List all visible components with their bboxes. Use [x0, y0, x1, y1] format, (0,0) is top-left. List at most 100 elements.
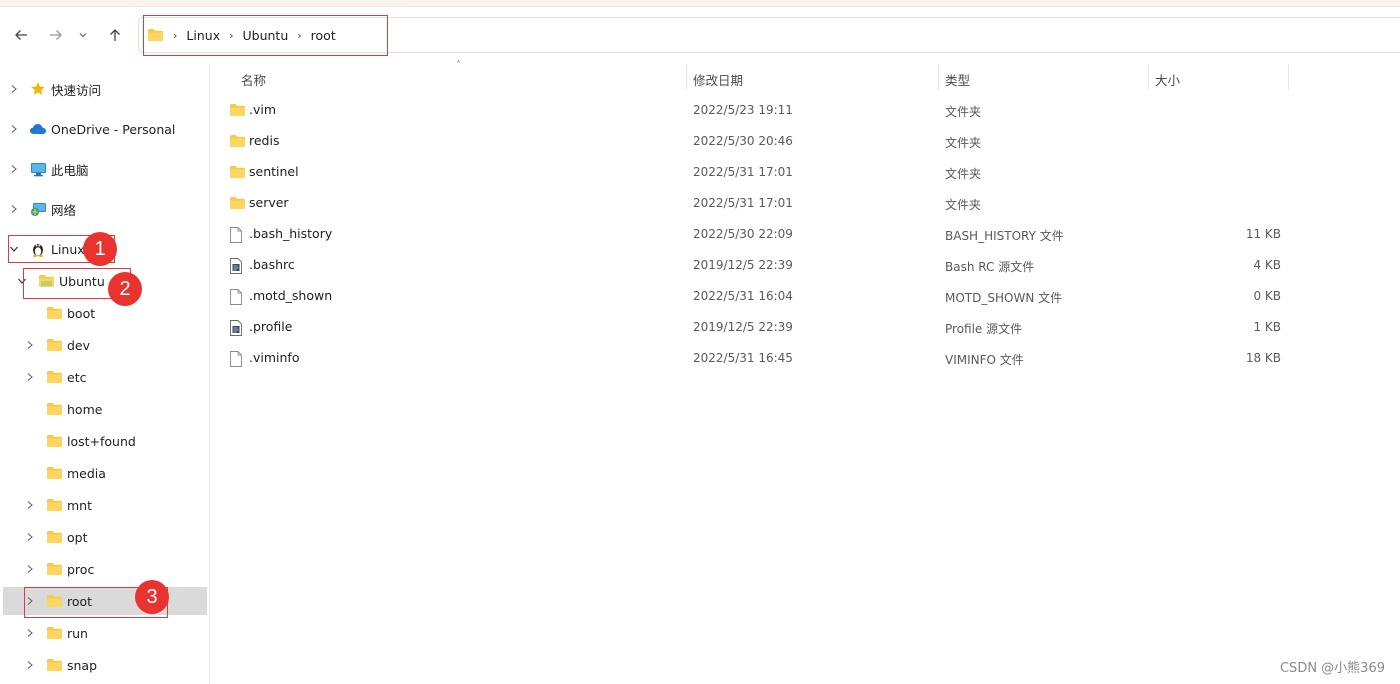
- column-divider[interactable]: [938, 64, 939, 90]
- recent-locations-button[interactable]: [74, 22, 92, 48]
- sidebar-item-run[interactable]: run: [0, 619, 208, 647]
- breadcrumb-separator-icon: ›: [173, 28, 178, 42]
- file-size: 11 KB: [1245, 227, 1281, 241]
- sidebar-item-quick-access[interactable]: 快速访问: [0, 75, 208, 103]
- sidebar-item-label: home: [67, 401, 103, 417]
- file-name: .bashrc: [249, 257, 295, 272]
- file-row[interactable]: .vim 2022/5/23 19:11 文件夹: [214, 96, 1400, 124]
- breadcrumb-separator-icon: ›: [229, 28, 234, 42]
- sort-ascending-icon: ˄: [456, 60, 461, 71]
- file-icon: [229, 227, 245, 243]
- script-file-icon: [229, 320, 245, 336]
- up-button[interactable]: [102, 22, 128, 48]
- file-name: redis: [249, 133, 280, 148]
- folder-icon: [148, 29, 163, 41]
- column-header-date[interactable]: 修改日期: [693, 70, 743, 89]
- breadcrumb-separator-icon: ›: [297, 28, 302, 42]
- chevron-right-icon[interactable]: [24, 371, 36, 383]
- chevron-right-icon[interactable]: [24, 627, 36, 639]
- back-button[interactable]: [8, 22, 34, 48]
- file-row[interactable]: sentinel 2022/5/31 17:01 文件夹: [214, 158, 1400, 186]
- folder-icon: [45, 529, 63, 545]
- sidebar-item-label: mnt: [67, 497, 92, 513]
- sidebar-item-proc[interactable]: proc: [0, 555, 208, 583]
- chevron-down-icon[interactable]: [8, 243, 20, 255]
- chevron-down-icon: [79, 33, 87, 38]
- sidebar-item-opt[interactable]: opt: [0, 523, 208, 551]
- sidebar-item-label: 网络: [51, 202, 77, 218]
- chevron-right-icon[interactable]: [8, 123, 20, 135]
- sidebar-item-network[interactable]: 网络: [0, 195, 208, 223]
- column-header-type[interactable]: 类型: [945, 70, 970, 89]
- chevron-right-icon[interactable]: [24, 339, 36, 351]
- chevron-right-icon[interactable]: [8, 163, 20, 175]
- sidebar-item-lost-found[interactable]: lost+found: [0, 427, 208, 455]
- sidebar-item-ubuntu[interactable]: Ubuntu: [0, 267, 208, 295]
- column-divider[interactable]: [1148, 64, 1149, 90]
- file-modified-date: 2022/5/31 17:01: [693, 165, 793, 179]
- sidebar-item-media[interactable]: media: [0, 459, 208, 487]
- arrow-left-icon: [15, 30, 27, 40]
- breadcrumb-linux[interactable]: Linux: [186, 28, 220, 43]
- star-icon: [29, 81, 47, 97]
- column-header-size[interactable]: 大小: [1155, 70, 1180, 89]
- sidebar-item-etc[interactable]: etc: [0, 363, 208, 391]
- file-row[interactable]: redis 2022/5/30 20:46 文件夹: [214, 127, 1400, 155]
- file-row[interactable]: .bash_history 2022/5/30 22:09 BASH_HISTORY…: [214, 220, 1400, 248]
- file-modified-date: 2022/5/30 22:09: [693, 227, 793, 241]
- sidebar-item-label: Linux: [51, 241, 85, 257]
- folder-icon: [45, 657, 63, 673]
- sidebar-item-this-pc[interactable]: 此电脑: [0, 155, 208, 183]
- sidebar-item-label: boot: [67, 305, 96, 321]
- folder-icon: [45, 465, 63, 481]
- chevron-right-icon[interactable]: [24, 499, 36, 511]
- address-bar[interactable]: › Linux › Ubuntu › root: [138, 17, 1400, 53]
- file-row[interactable]: .viminfo 2022/5/31 16:45 VIMINFO 文件 18 KB: [214, 344, 1400, 372]
- file-name: .bash_history: [249, 226, 333, 241]
- sidebar-item-snap[interactable]: snap: [0, 651, 208, 679]
- chevron-right-icon[interactable]: [24, 563, 36, 575]
- file-name: .profile: [249, 319, 293, 334]
- file-row[interactable]: .profile 2019/12/5 22:39 Profile 源文件 1 KB: [214, 313, 1400, 341]
- chevron-right-icon[interactable]: [8, 83, 20, 95]
- file-row[interactable]: server 2022/5/31 17:01 文件夹: [214, 189, 1400, 217]
- chevron-right-icon[interactable]: [24, 531, 36, 543]
- cloud-icon: [29, 121, 47, 137]
- file-name: sentinel: [249, 164, 299, 179]
- file-type: 文件夹: [945, 105, 982, 119]
- navigation-pane: 快速访问 OneDrive - Personal 此电脑 网络 Linux Ub…: [0, 64, 210, 684]
- sidebar-item-label: 此电脑: [51, 162, 89, 178]
- file-type: 文件夹: [945, 198, 982, 212]
- file-row[interactable]: .motd_shown 2022/5/31 16:04 MOTD_SHOWN 文件 0…: [214, 282, 1400, 310]
- folder-icon: [45, 433, 63, 449]
- sidebar-item-onedrive[interactable]: OneDrive - Personal: [0, 115, 208, 143]
- chevron-right-icon[interactable]: [24, 595, 36, 607]
- sidebar-item-label: proc: [67, 561, 95, 577]
- chevron-right-icon[interactable]: [24, 659, 36, 671]
- folder-icon: [45, 593, 63, 609]
- column-header-name[interactable]: 名称: [241, 70, 266, 89]
- column-divider[interactable]: [686, 64, 687, 90]
- sidebar-item-mnt[interactable]: mnt: [0, 491, 208, 519]
- chevron-right-icon[interactable]: [8, 203, 20, 215]
- breadcrumb-root[interactable]: root: [311, 28, 336, 43]
- file-row[interactable]: .bashrc 2019/12/5 22:39 Bash RC 源文件 4 KB: [214, 251, 1400, 279]
- file-name: .motd_shown: [249, 288, 333, 303]
- file-modified-date: 2022/5/30 20:46: [693, 134, 793, 148]
- file-size: 4 KB: [1253, 258, 1281, 272]
- arrow-up-icon: [110, 29, 120, 41]
- sidebar-item-boot[interactable]: boot: [0, 299, 208, 327]
- breadcrumb-ubuntu[interactable]: Ubuntu: [243, 28, 289, 43]
- sidebar-item-home[interactable]: home: [0, 395, 208, 423]
- sidebar-item-label: 快速访问: [51, 82, 102, 98]
- annotation-badge-2: 2: [108, 272, 142, 306]
- sidebar-item-root[interactable]: root: [3, 587, 207, 615]
- file-type: 文件夹: [945, 136, 982, 150]
- file-name: .viminfo: [249, 350, 300, 365]
- column-divider[interactable]: [1288, 64, 1289, 90]
- sidebar-item-label: dev: [67, 337, 91, 353]
- chevron-down-icon[interactable]: [16, 275, 28, 287]
- file-modified-date: 2022/5/31 16:45: [693, 351, 793, 365]
- sidebar-item-dev[interactable]: dev: [0, 331, 208, 359]
- forward-button[interactable]: [43, 22, 69, 48]
